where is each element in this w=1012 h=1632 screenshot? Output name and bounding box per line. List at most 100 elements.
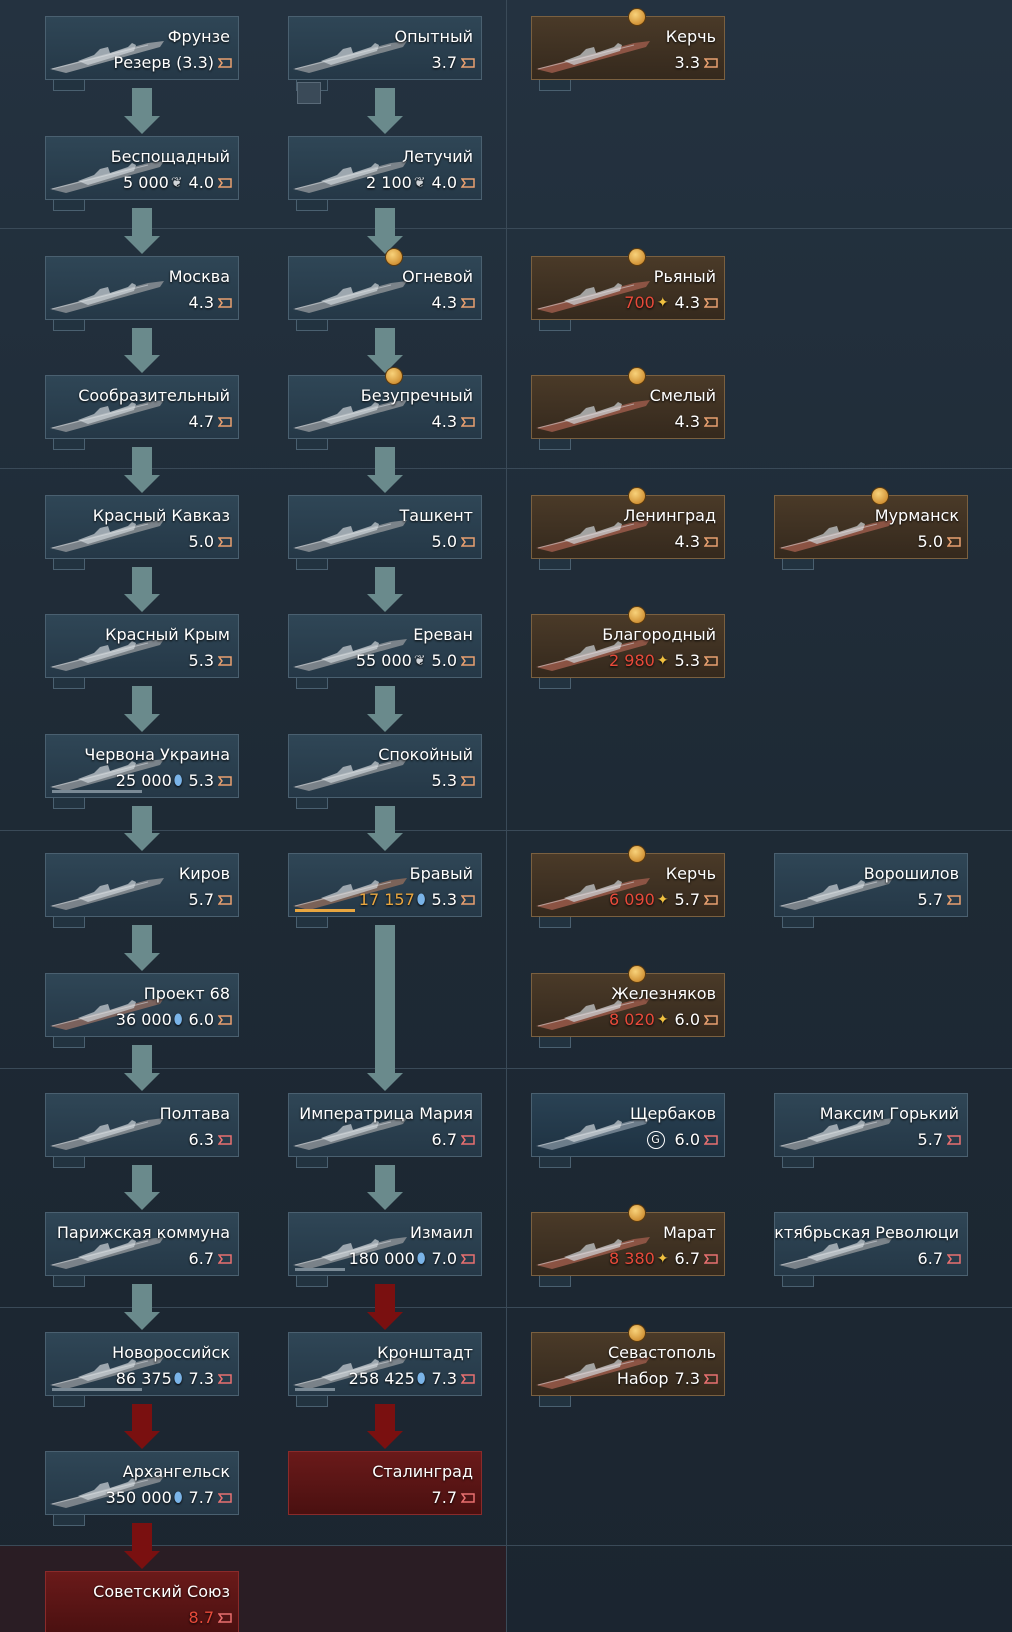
vehicle-card-opytny[interactable]: Опытный 3.7 [288, 16, 482, 80]
rp-icon: ❦ [413, 174, 426, 191]
vehicle-card-ognevoy[interactable]: Огневой 4.3 [288, 256, 482, 320]
vehicle-slot-tab [296, 200, 328, 211]
vehicle-card-stalingrad[interactable]: Сталинград 7.7 [288, 1451, 482, 1515]
vehicle-card-frunze[interactable]: Фрунзе Резерв (3.3) [45, 16, 239, 80]
vehicle-slot-tab [296, 798, 328, 809]
research-arrow [124, 1404, 160, 1449]
vehicle-card-letuchiy[interactable]: Летучий 2 100 ❦ 4.0 [288, 136, 482, 200]
vehicle-info: 3.3 [671, 53, 718, 72]
vehicle-status: Резерв (3.3) [113, 53, 214, 72]
vehicle-slot-tab [782, 917, 814, 928]
battle-rating: 8.7 [188, 1608, 214, 1627]
vehicle-slot-tab [782, 1276, 814, 1287]
vehicle-card-shcherbakov[interactable]: Щербаков G 6.0 [531, 1093, 725, 1157]
rank-tag-icon [461, 1134, 475, 1145]
rank-tag-icon [218, 177, 232, 188]
vehicle-card-proekt68[interactable]: Проект 68 36 000 ⬮ 6.0 [45, 973, 239, 1037]
vehicle-card-leningrad[interactable]: Ленинград 4.3 [531, 495, 725, 559]
vehicle-card-kirov[interactable]: Киров 5.7 [45, 853, 239, 917]
rank-tag-icon [704, 297, 718, 308]
rank-tag-icon [218, 536, 232, 547]
vehicle-info: 700 ✦ 4.3 [624, 293, 718, 312]
vehicle-card-moskva[interactable]: Москва 4.3 [45, 256, 239, 320]
vehicle-price: 8 380 [609, 1249, 655, 1268]
vehicle-name: Киров [178, 864, 230, 883]
vehicle-price: 258 425 [348, 1369, 415, 1388]
battle-rating: 5.7 [917, 1130, 943, 1149]
vehicle-card-marat[interactable]: Марат 8 380 ✦ 6.7 [531, 1212, 725, 1276]
premium-badge-icon [628, 487, 646, 505]
vehicle-card-kerch1[interactable]: Керчь 3.3 [531, 16, 725, 80]
vehicle-card-parizhskaya_kommuna[interactable]: Парижская коммуна 6.7 [45, 1212, 239, 1276]
vehicle-card-voroshilov[interactable]: Ворошилов 5.7 [774, 853, 968, 917]
vehicle-card-izmail[interactable]: Измаил 180 000 ⬮ 7.0 [288, 1212, 482, 1276]
battle-rating: 5.3 [188, 771, 214, 790]
vehicle-price: 36 000 [115, 1010, 172, 1029]
vehicle-card-bezuprechny[interactable]: Безупречный 4.3 [288, 375, 482, 439]
vehicle-card-chervona_ukraina[interactable]: Червона Украина 25 000 ⬮ 5.3 [45, 734, 239, 798]
ship-silhouette-icon [50, 878, 164, 910]
vehicle-slot-tab [53, 1396, 85, 1407]
vehicle-slot-tab [53, 1037, 85, 1048]
battle-rating: 7.3 [431, 1369, 457, 1388]
vehicle-card-poltava[interactable]: Полтава 6.3 [45, 1093, 239, 1157]
vehicle-card-murmansk[interactable]: Мурманск 5.0 [774, 495, 968, 559]
sl-icon: ⬮ [416, 1250, 426, 1267]
premium-badge-icon [628, 248, 646, 266]
vehicle-info: 5.3 [428, 771, 475, 790]
vehicle-card-ryany[interactable]: Рьяный 700 ✦ 4.3 [531, 256, 725, 320]
vehicle-card-novorossiysk[interactable]: Новороссийск 86 375 ⬮ 7.3 [45, 1332, 239, 1396]
vehicle-slot-tab [53, 1157, 85, 1168]
vehicle-card-zheleznyakov[interactable]: Железняков 8 020 ✦ 6.0 [531, 973, 725, 1037]
vehicle-price: 350 000 [105, 1488, 172, 1507]
vehicle-status: Набор [616, 1369, 669, 1388]
vehicle-card-krasny_krym[interactable]: Красный Крым 5.3 [45, 614, 239, 678]
rank-tag-icon [461, 775, 475, 786]
vehicle-card-spokoyny[interactable]: Спокойный 5.3 [288, 734, 482, 798]
rank-tag-icon [947, 1253, 961, 1264]
ship-silhouette-icon [536, 400, 650, 432]
golden-eagle-icon: ✦ [656, 1250, 669, 1267]
rank-tag-icon [218, 775, 232, 786]
vehicle-card-kronshtadt[interactable]: Кронштадт 258 425 ⬮ 7.3 [288, 1332, 482, 1396]
vehicle-slot-tab [53, 678, 85, 689]
research-arrow [367, 88, 403, 134]
vehicle-card-sevastopol[interactable]: Севастополь Набор 7.3 [531, 1332, 725, 1396]
battle-rating: 5.3 [188, 651, 214, 670]
vehicle-card-krasny_kavkaz[interactable]: Красный Кавказ 5.0 [45, 495, 239, 559]
rank-tag-icon [461, 536, 475, 547]
vehicle-info: 5.3 [185, 651, 232, 670]
vehicle-card-maksim_gorky[interactable]: Максим Горький 5.7 [774, 1093, 968, 1157]
vehicle-name: Рьяный [653, 267, 716, 286]
sl-icon: ⬮ [173, 1011, 183, 1028]
research-arrow [367, 1284, 403, 1330]
vehicle-name: Смелый [649, 386, 716, 405]
vehicle-price: 180 000 [348, 1249, 415, 1268]
vehicle-card-arkhangelsk[interactable]: Архангельск 350 000 ⬮ 7.7 [45, 1451, 239, 1515]
rank-tag-icon [704, 655, 718, 666]
vehicle-name: Ташкент [399, 506, 473, 525]
vehicle-card-erevan[interactable]: Ереван 55 000 ❦ 5.0 [288, 614, 482, 678]
vehicle-card-imperatritsa_mariya[interactable]: Императрица Мария 6.7 [288, 1093, 482, 1157]
vehicle-card-kerch2[interactable]: Керчь 6 090 ✦ 5.7 [531, 853, 725, 917]
vehicle-card-tashkent[interactable]: Ташкент 5.0 [288, 495, 482, 559]
battle-rating: 6.0 [188, 1010, 214, 1029]
vehicle-card-soobrazitelny[interactable]: Сообразительный 4.7 [45, 375, 239, 439]
vehicle-card-besposhchadny[interactable]: Беспощадный 5 000 ❦ 4.0 [45, 136, 239, 200]
golden-eagle-icon: ✦ [656, 652, 669, 669]
vehicle-card-blagorodny[interactable]: Благородный 2 980 ✦ 5.3 [531, 614, 725, 678]
battle-rating: 7.7 [431, 1488, 457, 1507]
vehicle-name: Ереван [413, 625, 473, 644]
vehicle-price: 55 000 [355, 651, 412, 670]
vehicle-slot-tab [539, 917, 571, 928]
vehicle-card-bravy[interactable]: Бравый 17 157 ⬮ 5.3 [288, 853, 482, 917]
vehicle-card-sovetsky_soyuz[interactable]: Советский Союз 8.7 [45, 1571, 239, 1632]
vehicle-card-oktyabrskaya[interactable]: Октябрьская Революци 6.7 [774, 1212, 968, 1276]
research-arrow [367, 686, 403, 732]
vehicle-card-smely[interactable]: Смелый 4.3 [531, 375, 725, 439]
vehicle-slot-tab [296, 917, 328, 928]
research-arrow [367, 806, 403, 851]
sl-icon: ⬮ [416, 891, 426, 908]
vehicle-name: Новороссийск [112, 1343, 230, 1362]
battle-rating: 6.7 [674, 1249, 700, 1268]
